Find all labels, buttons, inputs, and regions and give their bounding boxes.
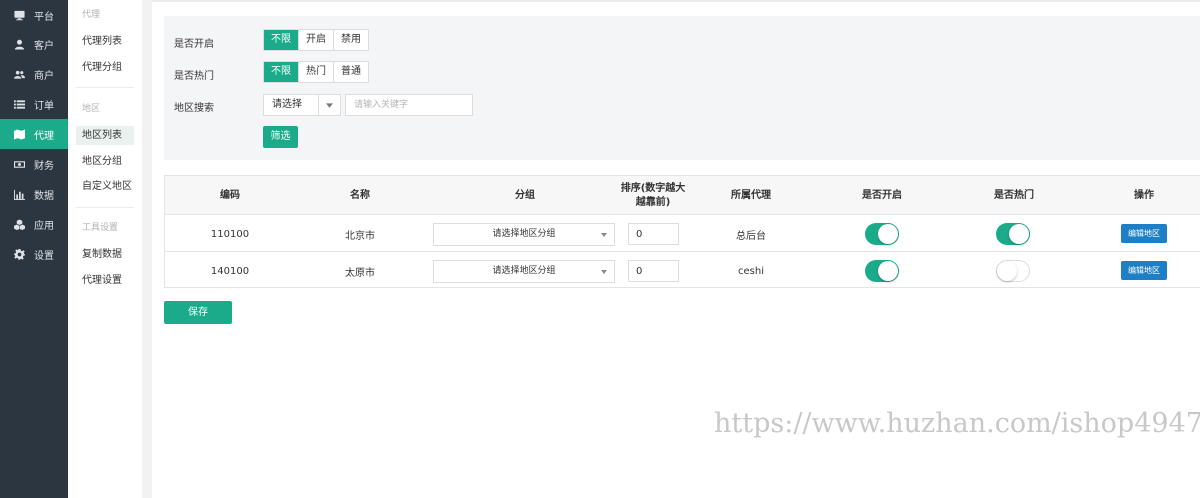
sidebar-item-label: 平台 [34,11,54,23]
header-name: 名称 [350,189,370,201]
header-open: 是否开启 [862,189,902,201]
watermark-text: https://www.huzhan.com/ishop49474 [714,408,1200,439]
sidebar-item-data[interactable]: 数据 [0,179,68,209]
toggle-knob [1009,224,1029,244]
open-option-disabled[interactable]: 禁用 [333,30,368,50]
subnav-divider [76,87,134,88]
open-toggle[interactable] [865,223,899,245]
table-row: 110100 北京市 请选择地区分组 总后台 编辑地区 [165,216,1200,252]
sidebar-item-label: 设置 [34,250,54,262]
cell-code: 110100 [210,228,250,240]
open-option-any[interactable]: 不限 [264,30,298,50]
group-select-value: 请选择地区分组 [492,229,556,239]
hot-option-hot[interactable]: 热门 [298,62,333,82]
subnav-item-agent-settings[interactable]: 代理设置 [76,271,134,290]
users-icon [13,68,25,80]
toggle-knob [997,261,1017,281]
toggle-knob [878,224,898,244]
cell-agent: ceshi [738,265,764,277]
open-option-enabled[interactable]: 开启 [298,30,333,50]
list-icon [13,98,25,110]
save-button[interactable]: 保存 [164,301,232,324]
money-icon [13,158,25,170]
hot-option-normal[interactable]: 普通 [333,62,368,82]
sort-input[interactable] [628,223,679,245]
sidebar-item-finance[interactable]: 财务 [0,149,68,179]
hot-toggle[interactable] [996,260,1030,282]
monitor-icon [13,9,25,21]
group-select[interactable]: 请选择地区分组 [433,260,615,283]
hot-toggle[interactable] [996,223,1030,245]
primary-sidebar: 平台 客户 商户 订单 代理 财务 数据 应用 设置 [0,0,68,498]
open-filter-label: 是否开启 [174,39,214,50]
sidebar-item-label: 订单 [34,100,54,112]
sidebar-item-platform[interactable]: 平台 [0,0,68,30]
sidebar-item-label: 客户 [34,40,54,52]
cell-name: 太原市 [345,267,375,279]
keyword-input[interactable] [345,94,473,116]
sidebar-item-merchant[interactable]: 商户 [0,59,68,89]
subnav-item-region-group[interactable]: 地区分组 [76,152,134,171]
user-icon [13,38,25,50]
subnav-item-custom-region[interactable]: 自定义地区 [76,177,134,196]
cell-agent: 总后台 [736,230,766,242]
subnav-section-title: 工具设置 [82,223,119,233]
sort-input[interactable] [628,260,679,282]
bar-chart-icon [13,188,25,200]
gear-icon [13,248,25,260]
header-code: 编码 [220,189,240,201]
sidebar-item-label: 代理 [34,130,54,142]
cell-name: 北京市 [345,230,375,242]
header-agent: 所属代理 [731,189,771,201]
chevron-down-icon [318,95,340,115]
hot-filter-label: 是否热门 [174,71,214,82]
subnav-section-title: 地区 [82,104,101,114]
content-gutter [142,0,152,498]
sidebar-item-apps[interactable]: 应用 [0,209,68,239]
sidebar-item-customer[interactable]: 客户 [0,29,68,59]
map-icon [13,128,25,140]
region-search-label: 地区搜索 [174,103,214,114]
hot-option-any[interactable]: 不限 [264,62,298,82]
region-select[interactable]: 请选择 [263,94,341,116]
table-header: 编码 名称 分组 排序(数字越大越靠前) 所属代理 是否开启 是否热门 操作 [165,176,1200,215]
chevron-down-icon [601,270,607,274]
open-toggle[interactable] [865,260,899,282]
secondary-nav: 代理 代理列表 代理分组 地区 地区列表 地区分组 自定义地区 工具设置 复制数… [68,0,142,498]
header-hot: 是否热门 [994,189,1034,201]
header-sort: 排序(数字越大越靠前) [620,182,686,208]
group-select[interactable]: 请选择地区分组 [433,223,615,246]
subnav-divider [76,207,134,208]
open-filter-group: 不限 开启 禁用 [263,29,369,51]
subnav-item-copy-data[interactable]: 复制数据 [76,245,134,264]
cell-code: 140100 [210,265,250,277]
subnav-section-title: 代理 [82,10,101,20]
header-action: 操作 [1134,189,1154,201]
sidebar-item-agent[interactable]: 代理 [0,119,68,149]
sidebar-item-settings[interactable]: 设置 [0,239,68,269]
region-select-value: 请选择 [272,99,302,110]
toggle-knob [878,261,898,281]
edit-region-button[interactable]: 编辑地区 [1121,261,1167,280]
region-table: 编码 名称 分组 排序(数字越大越靠前) 所属代理 是否开启 是否热门 操作 1… [164,175,1200,288]
sidebar-item-order[interactable]: 订单 [0,89,68,119]
cubes-icon [13,218,25,230]
chevron-down-icon [601,233,607,237]
header-group: 分组 [515,189,535,201]
filter-panel: 是否开启 不限 开启 禁用 是否热门 不限 热门 普通 地区搜索 请选择 筛选 [164,16,1200,160]
hot-filter-group: 不限 热门 普通 [263,61,369,83]
table-row: 140100 太原市 请选择地区分组 ceshi 编辑地区 [165,253,1200,289]
sidebar-item-label: 数据 [34,190,54,202]
subnav-item-agent-group[interactable]: 代理分组 [76,58,134,77]
top-divider [152,0,1200,2]
edit-region-button[interactable]: 编辑地区 [1121,224,1167,243]
sidebar-item-label: 应用 [34,220,54,232]
subnav-item-agent-list[interactable]: 代理列表 [76,32,134,51]
group-select-value: 请选择地区分组 [492,266,556,276]
sidebar-item-label: 商户 [34,70,54,82]
subnav-item-region-list[interactable]: 地区列表 [76,126,134,145]
filter-button[interactable]: 筛选 [263,126,298,148]
sidebar-item-label: 财务 [34,160,54,172]
